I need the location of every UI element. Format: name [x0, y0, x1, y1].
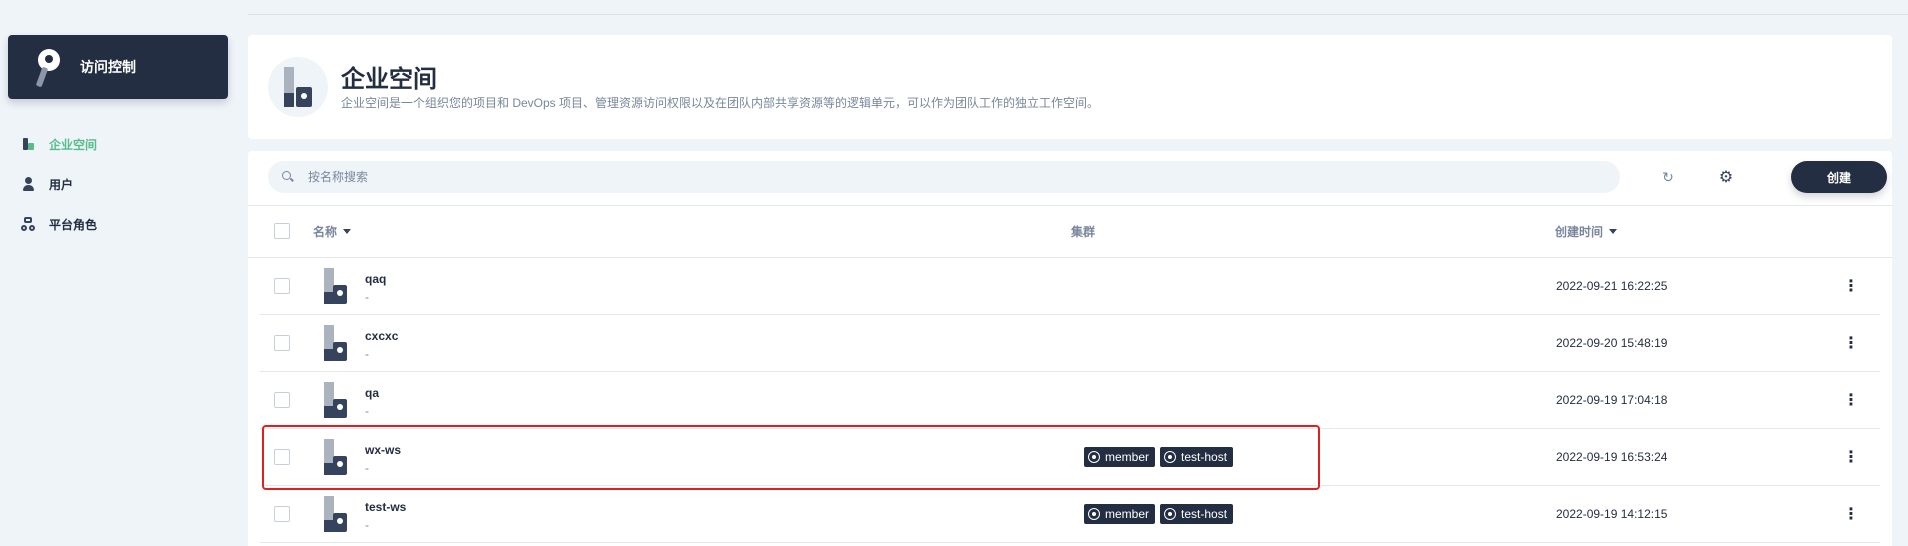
table-row[interactable]: cxcxc - 2022-09-20 15:48:19 ⋮ [260, 315, 1880, 372]
row-checkbox[interactable] [274, 449, 290, 465]
created-time: 2022-09-19 17:04:18 [1556, 393, 1668, 407]
gear-icon: ⚙ [1718, 169, 1734, 186]
cluster-icon [1088, 451, 1100, 463]
cluster-tag: test-host [1160, 447, 1234, 467]
workspace-description: - [365, 518, 369, 532]
sidebar-nav: 企业空间 用户 平台角色 [20, 124, 220, 244]
more-actions-button[interactable]: ⋮ [1839, 502, 1863, 526]
created-time: 2022-09-19 16:53:24 [1556, 450, 1668, 464]
table-row[interactable]: test-ws - member test-host 2022-09-19 14:12:… [260, 486, 1880, 543]
create-button[interactable]: 创建 [1791, 161, 1887, 193]
sidebar-item-label: 用户 [49, 177, 74, 192]
created-time: 2022-09-21 16:22:25 [1556, 279, 1668, 293]
more-actions-button[interactable]: ⋮ [1839, 274, 1863, 298]
workspace-name[interactable]: qa [365, 386, 379, 400]
search-input[interactable] [308, 170, 1508, 184]
more-actions-button[interactable]: ⋮ [1839, 445, 1863, 469]
created-time: 2022-09-20 15:48:19 [1556, 336, 1668, 350]
table-header: 名称 集群 创建时间 [248, 205, 1892, 257]
workspace-icon [320, 439, 350, 475]
search-bar[interactable] [268, 161, 1620, 193]
cluster-icon [1088, 508, 1100, 520]
cluster-list: member test-host [1084, 504, 1234, 524]
row-checkbox[interactable] [274, 506, 290, 522]
settings-button[interactable]: ⚙ [1710, 161, 1742, 193]
row-checkbox[interactable] [274, 392, 290, 408]
cluster-icon [1164, 508, 1177, 520]
column-header-name[interactable]: 名称 [313, 205, 352, 257]
page-title: 企业空间 [341, 66, 437, 93]
top-divider [248, 14, 1908, 15]
cluster-tag: member [1084, 447, 1156, 467]
cluster-icon [1164, 451, 1177, 463]
workspace-icon [320, 268, 350, 304]
role-icon [20, 216, 36, 232]
sort-caret-icon [343, 228, 352, 234]
workspace-name[interactable]: cxcxc [365, 329, 398, 343]
more-vertical-icon: ⋮ [1843, 392, 1859, 409]
page-description: 企业空间是一个组织您的项目和 DevOps 项目、管理资源访问权限以及在团队内部… [341, 96, 1100, 110]
refresh-icon: ↻ [1662, 168, 1674, 185]
table-row[interactable]: wx-ws - member test-host 2022-09-19 16:53:24… [260, 429, 1880, 486]
cluster-list: member test-host [1084, 447, 1234, 467]
workspace-name[interactable]: test-ws [365, 500, 406, 514]
created-time: 2022-09-19 14:12:15 [1556, 507, 1668, 521]
column-header-created[interactable]: 创建时间 [1555, 205, 1618, 257]
sidebar-item-label: 平台角色 [49, 217, 98, 232]
sidebar-item-platform-roles[interactable]: 平台角色 [20, 204, 220, 244]
workspace-banner-icon [268, 57, 328, 117]
sidebar-item-label: 企业空间 [49, 137, 98, 152]
user-icon [20, 176, 36, 192]
more-vertical-icon: ⋮ [1843, 335, 1859, 352]
more-vertical-icon: ⋮ [1843, 278, 1859, 295]
more-actions-button[interactable]: ⋮ [1839, 331, 1863, 355]
column-header-cluster: 集群 [1071, 224, 1096, 239]
sidebar-item-users[interactable]: 用户 [20, 164, 220, 204]
table-row[interactable]: qaq - 2022-09-21 16:22:25 ⋮ [260, 258, 1880, 315]
workspace-icon [20, 136, 36, 152]
workspace-description: - [365, 461, 369, 475]
more-vertical-icon: ⋮ [1843, 449, 1859, 466]
workspace-description: - [365, 404, 369, 418]
workspace-name[interactable]: wx-ws [365, 443, 401, 457]
sidebar-item-workspaces[interactable]: 企业空间 [20, 124, 220, 164]
workspace-name[interactable]: qaq [365, 272, 386, 286]
table-row[interactable]: qa - 2022-09-19 17:04:18 ⋮ [260, 372, 1880, 429]
row-checkbox[interactable] [274, 278, 290, 294]
row-checkbox[interactable] [274, 335, 290, 351]
cluster-tag: member [1084, 504, 1156, 524]
search-icon [282, 171, 294, 183]
workspace-icon [320, 382, 350, 418]
workspace-description: - [365, 290, 369, 304]
key-icon [30, 47, 70, 88]
more-actions-button[interactable]: ⋮ [1839, 388, 1863, 412]
select-all-checkbox[interactable] [274, 223, 290, 239]
sort-caret-icon [1609, 228, 1618, 234]
page-banner: 企业空间 企业空间是一个组织您的项目和 DevOps 项目、管理资源访问权限以及… [248, 35, 1892, 139]
cluster-tag: test-host [1160, 504, 1234, 524]
workspace-list-card: ↻ ⚙ 创建 名称 集群 创建时间 qaq - 2022-09-21 16:22:2… [248, 151, 1892, 546]
sidebar-header: 访问控制 [8, 35, 228, 99]
sidebar-title: 访问控制 [80, 59, 136, 75]
workspace-icon [320, 496, 350, 532]
workspace-icon [320, 325, 350, 361]
toolbar: ↻ ⚙ 创建 [268, 161, 1887, 205]
workspace-description: - [365, 347, 369, 361]
refresh-button[interactable]: ↻ [1652, 161, 1684, 193]
more-vertical-icon: ⋮ [1843, 506, 1859, 523]
